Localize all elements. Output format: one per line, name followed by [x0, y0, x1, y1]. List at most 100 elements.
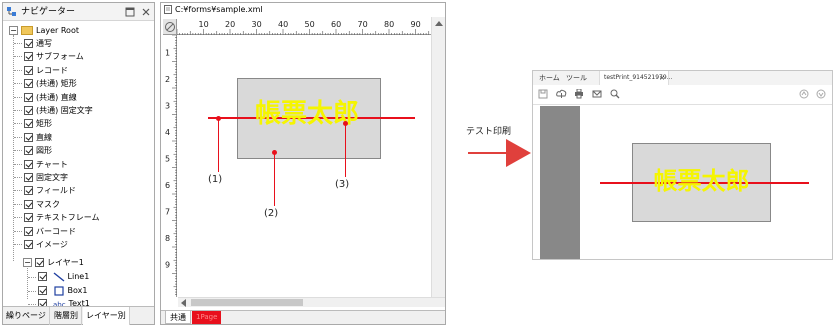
- pin-icon[interactable]: [164, 21, 176, 33]
- tab-close-icon[interactable]: ×: [659, 71, 665, 85]
- checkbox[interactable]: [24, 79, 33, 89]
- tree-connector: [14, 83, 22, 85]
- checkbox[interactable]: [24, 199, 33, 209]
- page-down-icon[interactable]: [816, 89, 826, 99]
- checkbox[interactable]: [24, 92, 33, 102]
- callout-label-1: (1): [208, 174, 223, 185]
- tree-item-box1[interactable]: Box1: [38, 284, 88, 297]
- expand-layer-icon[interactable]: −: [23, 258, 32, 267]
- file-path: C:¥forms¥sample.xml: [175, 5, 263, 14]
- tab-hierarchy[interactable]: 階層別: [51, 307, 82, 325]
- ruler-label: 2: [165, 75, 170, 84]
- tree-item[interactable]: サブフォーム: [24, 50, 84, 63]
- navigator-header: ナビゲーター: [3, 3, 154, 21]
- tree-item[interactable]: 直線: [24, 131, 52, 144]
- tree-connector: [14, 244, 22, 245]
- tree-connector: [28, 277, 36, 278]
- tree-connector: [28, 291, 36, 292]
- tab-pages[interactable]: 繰りページ: [3, 307, 50, 325]
- tab-home[interactable]: ホーム: [539, 71, 560, 85]
- tab-tools[interactable]: ツール: [566, 71, 587, 85]
- tree-item-label: 通写: [36, 39, 52, 48]
- checkbox[interactable]: [24, 226, 33, 236]
- checkbox[interactable]: [24, 159, 33, 169]
- tree-item[interactable]: フィールド: [24, 184, 76, 197]
- tree-item-label: テキストフレーム: [36, 213, 100, 223]
- text1[interactable]: 帳票太郎: [239, 94, 375, 134]
- checkbox[interactable]: [24, 213, 33, 223]
- ruler-label: 20: [225, 20, 235, 29]
- tree-item-root[interactable]: Layer Root: [21, 24, 79, 37]
- ruler-vertical-ticks: 1 2 3 4 5 6 7 8 9: [165, 34, 177, 296]
- preview-tabbar: ホーム ツール testPrint_914521979... ×: [533, 71, 832, 85]
- zoom-icon[interactable]: [610, 89, 620, 99]
- tree-item[interactable]: チャート: [24, 158, 68, 171]
- upload-icon[interactable]: [556, 89, 567, 99]
- thumbnail-strip[interactable]: [540, 106, 580, 259]
- checkbox[interactable]: [24, 146, 33, 156]
- ruler-label: 70: [358, 20, 368, 29]
- callout-line: [274, 154, 275, 206]
- tree-connector: [14, 150, 22, 152]
- callout-line: [218, 120, 219, 172]
- checkbox[interactable]: [24, 132, 33, 142]
- page-up-icon[interactable]: [799, 89, 809, 99]
- tree-item[interactable]: レコード: [24, 64, 68, 77]
- scroll-left-icon[interactable]: [181, 299, 186, 307]
- tree-item[interactable]: (共通) 直線: [24, 91, 77, 104]
- tree-item[interactable]: バーコード: [24, 225, 76, 238]
- checkbox[interactable]: [24, 52, 33, 62]
- tree-item-layer[interactable]: レイヤー1: [35, 256, 84, 269]
- tab-1page[interactable]: 1Page: [192, 311, 222, 324]
- checkbox[interactable]: [24, 106, 33, 115]
- checkbox[interactable]: [38, 286, 47, 295]
- ruler-horizontal-ticks: 10 20 30 40 50 60 70 80 90: [176, 20, 443, 35]
- mail-icon[interactable]: [592, 89, 602, 99]
- tree-item-line1[interactable]: Line1: [38, 270, 89, 283]
- tree-item[interactable]: (共通) 固定文字: [24, 104, 93, 117]
- checkbox[interactable]: [24, 65, 33, 75]
- tree-item[interactable]: イメージ: [24, 238, 68, 251]
- checkbox[interactable]: [24, 119, 33, 129]
- checkbox[interactable]: [24, 186, 33, 196]
- design-canvas[interactable]: 帳票太郎 (1) (2) (3): [178, 36, 445, 297]
- tree-connector: [14, 110, 22, 111]
- save-icon[interactable]: [538, 89, 548, 99]
- preview-text: 帳票太郎: [632, 163, 771, 199]
- tab-document[interactable]: testPrint_914521979... ×: [599, 71, 672, 85]
- tree-connector: [14, 177, 22, 178]
- dock-icon[interactable]: [125, 7, 135, 17]
- checkbox[interactable]: [24, 173, 33, 182]
- vertical-scrollbar[interactable]: [431, 17, 445, 297]
- tree-item[interactable]: (共通) 矩形: [24, 77, 77, 90]
- expand-root-icon[interactable]: −: [9, 26, 18, 35]
- tree-connector: [14, 56, 22, 58]
- callout-label-2: (2): [264, 208, 279, 219]
- arrow-icon: [468, 139, 531, 167]
- checkbox[interactable]: [24, 39, 33, 48]
- tree-connector: [14, 230, 22, 232]
- tree-item[interactable]: 図形: [24, 144, 52, 157]
- ruler-label: 7: [165, 208, 170, 217]
- arrow-label: テスト印刷: [466, 127, 512, 137]
- print-icon[interactable]: [574, 89, 584, 99]
- checkbox[interactable]: [24, 240, 33, 249]
- tree-item-label: 固定文字: [36, 173, 68, 182]
- scroll-up-icon[interactable]: [435, 21, 443, 26]
- tree-item[interactable]: 通写: [24, 37, 52, 50]
- tree-item-label: マスク: [36, 199, 60, 209]
- tree-item[interactable]: マスク: [24, 198, 60, 211]
- tree-item[interactable]: 矩形: [24, 117, 52, 130]
- tab-common[interactable]: 共通: [165, 311, 191, 324]
- horizontal-scrollbar[interactable]: [178, 297, 445, 307]
- tree-item[interactable]: テキストフレーム: [24, 211, 100, 224]
- checkbox[interactable]: [38, 272, 47, 281]
- tree-connector: [14, 163, 22, 165]
- checkbox[interactable]: [35, 258, 44, 267]
- scroll-thumb[interactable]: [191, 299, 303, 306]
- tree-item[interactable]: 固定文字: [24, 171, 68, 184]
- close-icon[interactable]: [141, 7, 151, 17]
- tab-by-layer[interactable]: レイヤー別: [83, 307, 130, 325]
- ruler-label: 50: [305, 20, 315, 29]
- ruler-label: 6: [165, 181, 170, 190]
